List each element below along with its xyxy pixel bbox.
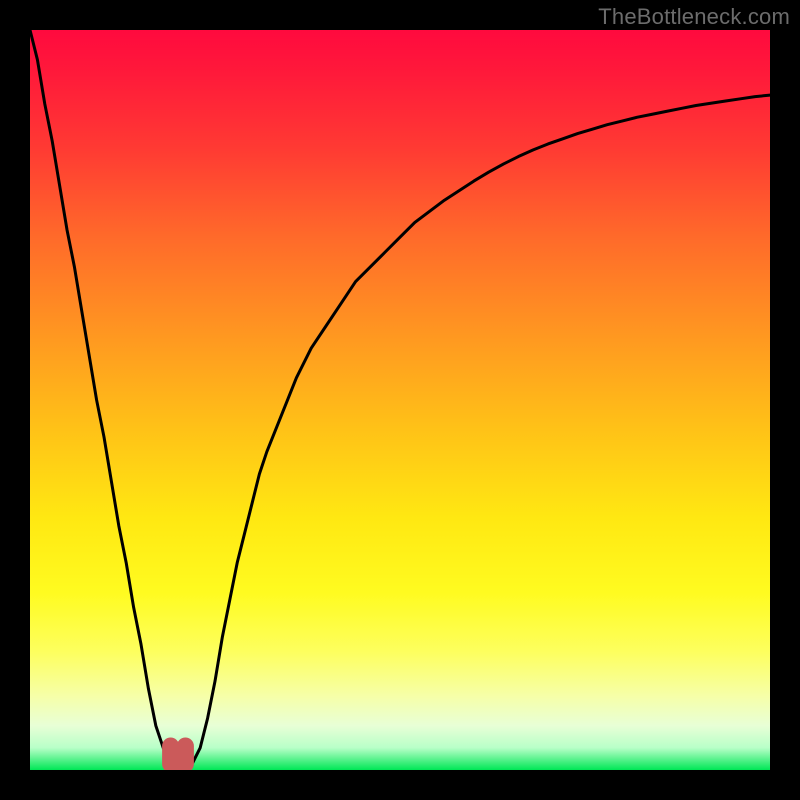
plot-area bbox=[30, 30, 770, 770]
curve-path bbox=[30, 30, 770, 770]
minimum-marker bbox=[171, 746, 186, 764]
bottleneck-curve bbox=[30, 30, 770, 770]
chart-frame: TheBottleneck.com bbox=[0, 0, 800, 800]
watermark-text: TheBottleneck.com bbox=[598, 4, 790, 30]
